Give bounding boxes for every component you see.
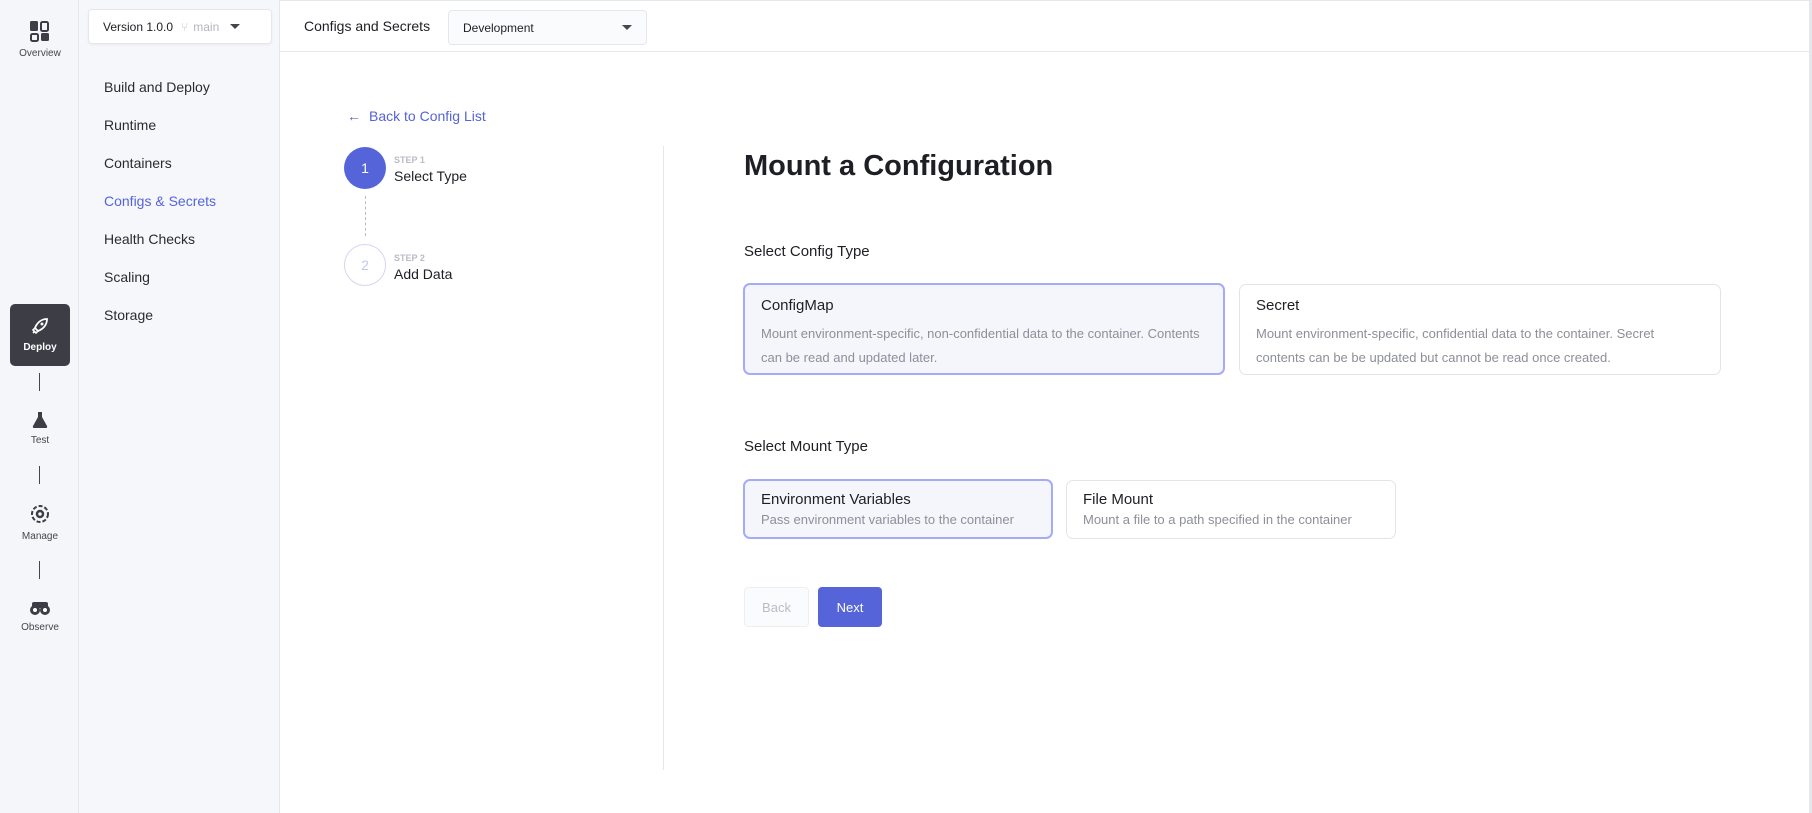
back-link-label: Back to Config List — [369, 108, 486, 124]
option-desc: Mount environment-specific, confidential… — [1256, 326, 1655, 365]
option-title: ConfigMap — [761, 297, 834, 314]
option-file-mount[interactable]: File Mount Mount a file to a path specif… — [1066, 480, 1396, 539]
page-title: Mount a Configuration — [744, 150, 1054, 182]
step-1-label: STEP 1 — [394, 155, 425, 165]
step-1-title: Select Type — [394, 168, 467, 184]
rail-manage[interactable]: Manage — [10, 503, 70, 542]
sidebar-item-runtime[interactable]: Runtime — [104, 117, 156, 133]
gear-icon — [31, 505, 49, 523]
sidebar-item-health-checks[interactable]: Health Checks — [104, 231, 195, 247]
sidebar: Version 1.0.0 ⑂ main Build and Deploy Ru… — [79, 0, 280, 813]
page-header-title: Configs and Secrets — [304, 18, 431, 34]
version-label: Version 1.0.0 — [103, 19, 174, 34]
header: Configs and Secrets Development — [280, 0, 1812, 52]
option-title: File Mount — [1083, 491, 1154, 508]
sidebar-item-containers[interactable]: Containers — [104, 155, 172, 171]
option-configmap[interactable]: ConfigMap Mount environment-specific, no… — [743, 283, 1225, 375]
rail-observe[interactable]: Observe — [10, 600, 70, 633]
step-2-label: STEP 2 — [394, 253, 425, 263]
rocket-icon — [31, 318, 48, 335]
option-desc: Pass environment variables to the contai… — [761, 512, 1014, 527]
environment-value: Development — [463, 20, 534, 35]
step-2-title: Add Data — [394, 266, 453, 282]
option-environment-variables[interactable]: Environment Variables Pass environment v… — [743, 479, 1053, 539]
step-1-circle: 1 — [344, 147, 386, 189]
sidebar-item-storage[interactable]: Storage — [104, 307, 153, 323]
rail-connector — [39, 373, 40, 391]
rail-deploy[interactable]: Deploy — [10, 304, 70, 366]
binoculars-icon — [30, 602, 50, 615]
option-title: Environment Variables — [761, 491, 911, 508]
back-to-config-list-link[interactable]: ← Back to Config List — [347, 108, 486, 124]
left-rail: Overview Deploy Test Manage Observe — [0, 0, 79, 813]
sidebar-item-configs-secrets[interactable]: Configs & Secrets — [104, 193, 216, 209]
rail-test[interactable]: Test — [10, 409, 70, 446]
rail-label: Deploy — [23, 342, 57, 353]
mount-type-label: Select Mount Type — [744, 438, 868, 455]
option-title: Secret — [1256, 297, 1300, 314]
branch-icon: ⑂ — [181, 19, 189, 34]
option-desc: Mount environment-specific, non-confiden… — [761, 326, 1200, 365]
branch-label: main — [193, 19, 220, 34]
chevron-down-icon — [230, 24, 241, 29]
environment-dropdown[interactable]: Development — [448, 10, 647, 45]
flask-icon — [32, 412, 48, 428]
sidebar-item-build-and-deploy[interactable]: Build and Deploy — [104, 79, 210, 95]
rail-label: Overview — [19, 48, 61, 59]
rail-connector — [39, 466, 40, 484]
overview-icon — [30, 21, 49, 42]
next-button[interactable]: Next — [818, 587, 882, 627]
option-desc: Mount a file to a path specified in the … — [1083, 512, 1352, 527]
rail-label: Test — [30, 435, 50, 446]
rail-connector — [39, 561, 40, 579]
back-button[interactable]: Back — [744, 587, 809, 627]
step-2-circle: 2 — [344, 244, 386, 286]
arrow-left-icon: ← — [347, 108, 361, 124]
config-type-label: Select Config Type — [744, 243, 870, 260]
step-connector — [365, 196, 366, 236]
rail-label: Observe — [21, 622, 59, 633]
sidebar-item-scaling[interactable]: Scaling — [104, 269, 150, 285]
option-secret[interactable]: Secret Mount environment-specific, confi… — [1239, 284, 1721, 375]
divider — [663, 146, 664, 770]
version-selector[interactable]: Version 1.0.0 ⑂ main — [88, 9, 272, 44]
rail-label: Manage — [21, 531, 59, 542]
chevron-down-icon — [622, 25, 632, 30]
rail-overview[interactable]: Overview — [10, 20, 70, 59]
